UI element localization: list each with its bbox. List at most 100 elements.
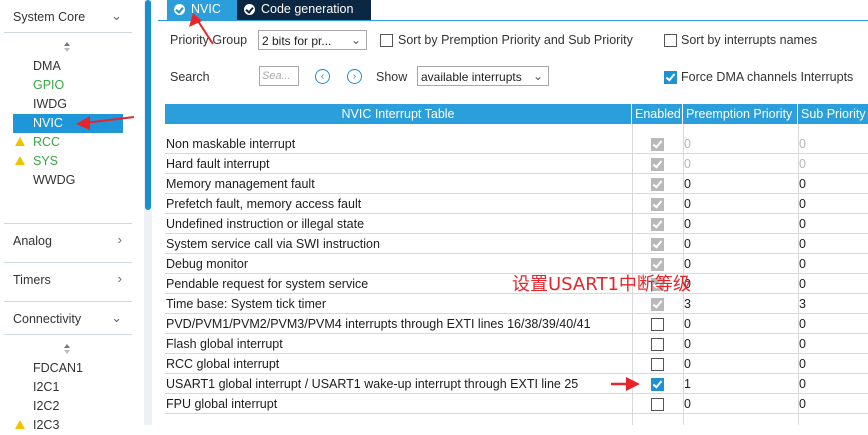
sort-names-checkbox[interactable] — [664, 34, 677, 47]
sub-priority-cell[interactable]: 0 — [799, 357, 806, 371]
sort-icon[interactable] — [64, 42, 72, 54]
sub-priority-cell[interactable]: 0 — [799, 197, 806, 211]
preemption-priority-cell[interactable]: 0 — [684, 197, 691, 211]
preemption-priority-cell[interactable]: 0 — [684, 337, 691, 351]
search-previous-icon[interactable]: ‹ — [315, 69, 330, 84]
sub-priority-cell[interactable]: 0 — [799, 377, 806, 391]
search-input[interactable]: Sea... — [259, 66, 299, 86]
sidebar-item-label: GPIO — [33, 78, 65, 92]
enabled-checkbox[interactable] — [651, 358, 664, 371]
warning-icon — [15, 137, 25, 146]
chevron-down-icon: ⌄ — [111, 8, 122, 23]
divider — [4, 301, 132, 302]
sub-priority-cell[interactable]: 0 — [799, 217, 806, 231]
section-connectivity[interactable]: Connectivity ⌄ — [0, 307, 136, 333]
sub-priority-cell[interactable]: 0 — [799, 337, 806, 351]
force-dma-label: Force DMA channels Interrupts — [681, 70, 854, 84]
table-row[interactable]: Hard fault interrupt 0 0 — [165, 154, 868, 174]
sort-icon[interactable] — [64, 344, 72, 356]
sidebar-item-iwdg[interactable]: IWDG — [13, 95, 123, 114]
tab-code-generation[interactable]: Code generation — [237, 0, 371, 20]
section-label: System Core — [13, 10, 86, 24]
sidebar-item-label: I2C3 — [33, 418, 60, 432]
show-value: available interrupts — [421, 70, 522, 84]
sidebar-item-sys[interactable]: SYS — [13, 152, 123, 171]
sidebar-item-i2c1[interactable]: I2C1 — [13, 378, 123, 397]
sort-premption-checkbox[interactable] — [380, 34, 393, 47]
interrupt-name: Pendable request for system service — [166, 277, 369, 291]
enabled-checkbox[interactable] — [651, 378, 664, 391]
table-row[interactable]: Memory management fault 0 0 — [165, 174, 868, 194]
preemption-priority-cell[interactable]: 0 — [684, 217, 691, 231]
sub-priority-cell[interactable]: 3 — [799, 297, 806, 311]
enabled-checkbox — [651, 218, 664, 231]
table-row[interactable]: Non maskable interrupt 0 0 — [165, 134, 868, 154]
sidebar-item-label: SYS — [33, 154, 59, 168]
sidebar-item-fdcan1[interactable]: FDCAN1 — [13, 359, 123, 378]
table-row[interactable]: USART1 global interrupt / USART1 wake-up… — [165, 374, 868, 394]
divider — [4, 32, 132, 33]
sidebar-item-wwdg[interactable]: WWDG — [13, 171, 123, 190]
preemption-priority-cell[interactable]: 1 — [684, 377, 691, 391]
table-row[interactable]: Prefetch fault, memory access fault 0 0 — [165, 194, 868, 214]
table-row[interactable]: PVD/PVM1/PVM2/PVM3/PVM4 interrupts throu… — [165, 314, 868, 334]
priority-group-label: Priority Group — [170, 33, 248, 47]
sidebar-item-gpio[interactable]: GPIO — [13, 76, 123, 95]
sidebar-item-nvic[interactable]: NVIC — [13, 114, 123, 133]
sidebar-item-i2c2[interactable]: I2C2 — [13, 397, 123, 416]
preemption-priority-cell[interactable]: 0 — [684, 257, 691, 271]
section-timers[interactable]: Timers › — [0, 268, 136, 294]
header-interrupt-table[interactable]: NVIC Interrupt Table — [165, 104, 632, 124]
section-system-core[interactable]: System Core ⌄ — [0, 5, 136, 31]
enabled-checkbox[interactable] — [651, 338, 664, 351]
table-row[interactable]: RCC global interrupt 0 0 — [165, 354, 868, 374]
interrupt-name: Flash global interrupt — [166, 337, 283, 351]
header-preemption-priority[interactable]: Preemption Priority — [683, 104, 798, 124]
enabled-checkbox[interactable] — [651, 318, 664, 331]
sub-priority-cell[interactable]: 0 — [799, 317, 806, 331]
tab-nvic[interactable]: NVIC — [167, 0, 237, 20]
section-label: Connectivity — [13, 312, 82, 326]
header-label: Sub Priority — [801, 107, 866, 121]
table-row[interactable]: Flash global interrupt 0 0 — [165, 334, 868, 354]
chevron-down-icon: ⌄ — [532, 69, 543, 83]
preemption-priority-cell[interactable]: 0 — [684, 357, 691, 371]
preemption-priority-cell[interactable]: 0 — [684, 177, 691, 191]
preemption-priority-cell[interactable]: 0 — [684, 237, 691, 251]
sidebar-item-label: WWDG — [33, 173, 76, 187]
interrupt-name: Hard fault interrupt — [166, 157, 270, 171]
warning-icon — [15, 156, 25, 165]
search-next-icon[interactable]: › — [347, 69, 362, 84]
header-sub-priority[interactable]: Sub Priority — [798, 104, 868, 124]
show-select[interactable]: available interrupts ⌄ — [417, 66, 549, 86]
sidebar-item-dma[interactable]: DMA — [13, 57, 123, 76]
preemption-priority-cell[interactable]: 0 — [684, 397, 691, 411]
sub-priority-cell[interactable]: 0 — [799, 277, 806, 291]
table-row[interactable]: Undefined instruction or illegal state 0 0 — [165, 214, 868, 234]
table-row[interactable]: Time base: System tick timer 3 3 — [165, 294, 868, 314]
table-row[interactable]: System service call via SWI instruction 0… — [165, 234, 868, 254]
sub-priority-cell[interactable]: 0 — [799, 237, 806, 251]
preemption-priority-cell[interactable]: 3 — [684, 297, 691, 311]
enabled-checkbox[interactable] — [651, 398, 664, 411]
section-analog[interactable]: Analog › — [0, 229, 136, 255]
force-dma-checkbox[interactable] — [664, 71, 677, 84]
preemption-priority-cell[interactable]: 0 — [684, 317, 691, 331]
interrupt-name: Prefetch fault, memory access fault — [166, 197, 362, 211]
enabled-checkbox — [651, 238, 664, 251]
sub-priority-cell[interactable]: 0 — [799, 397, 806, 411]
sidebar-scrollbar-thumb[interactable] — [145, 0, 151, 210]
header-label: Enabled — [635, 107, 681, 121]
check-circle-icon — [244, 4, 255, 15]
priority-group-select[interactable]: 2 bits for pr... ⌄ — [258, 30, 367, 50]
sub-priority-cell[interactable]: 0 — [799, 257, 806, 271]
search-placeholder: Sea... — [262, 70, 291, 82]
header-enabled[interactable]: Enabled — [632, 104, 683, 124]
interrupt-name: Time base: System tick timer — [166, 297, 326, 311]
sub-priority-cell[interactable]: 0 — [799, 177, 806, 191]
table-row[interactable]: FPU global interrupt 0 0 — [165, 394, 868, 414]
sidebar-item-rcc[interactable]: RCC — [13, 133, 123, 152]
interrupt-name: Memory management fault — [166, 177, 315, 191]
check-circle-icon — [174, 4, 185, 15]
sidebar-item-i2c3[interactable]: I2C3 — [13, 416, 123, 435]
